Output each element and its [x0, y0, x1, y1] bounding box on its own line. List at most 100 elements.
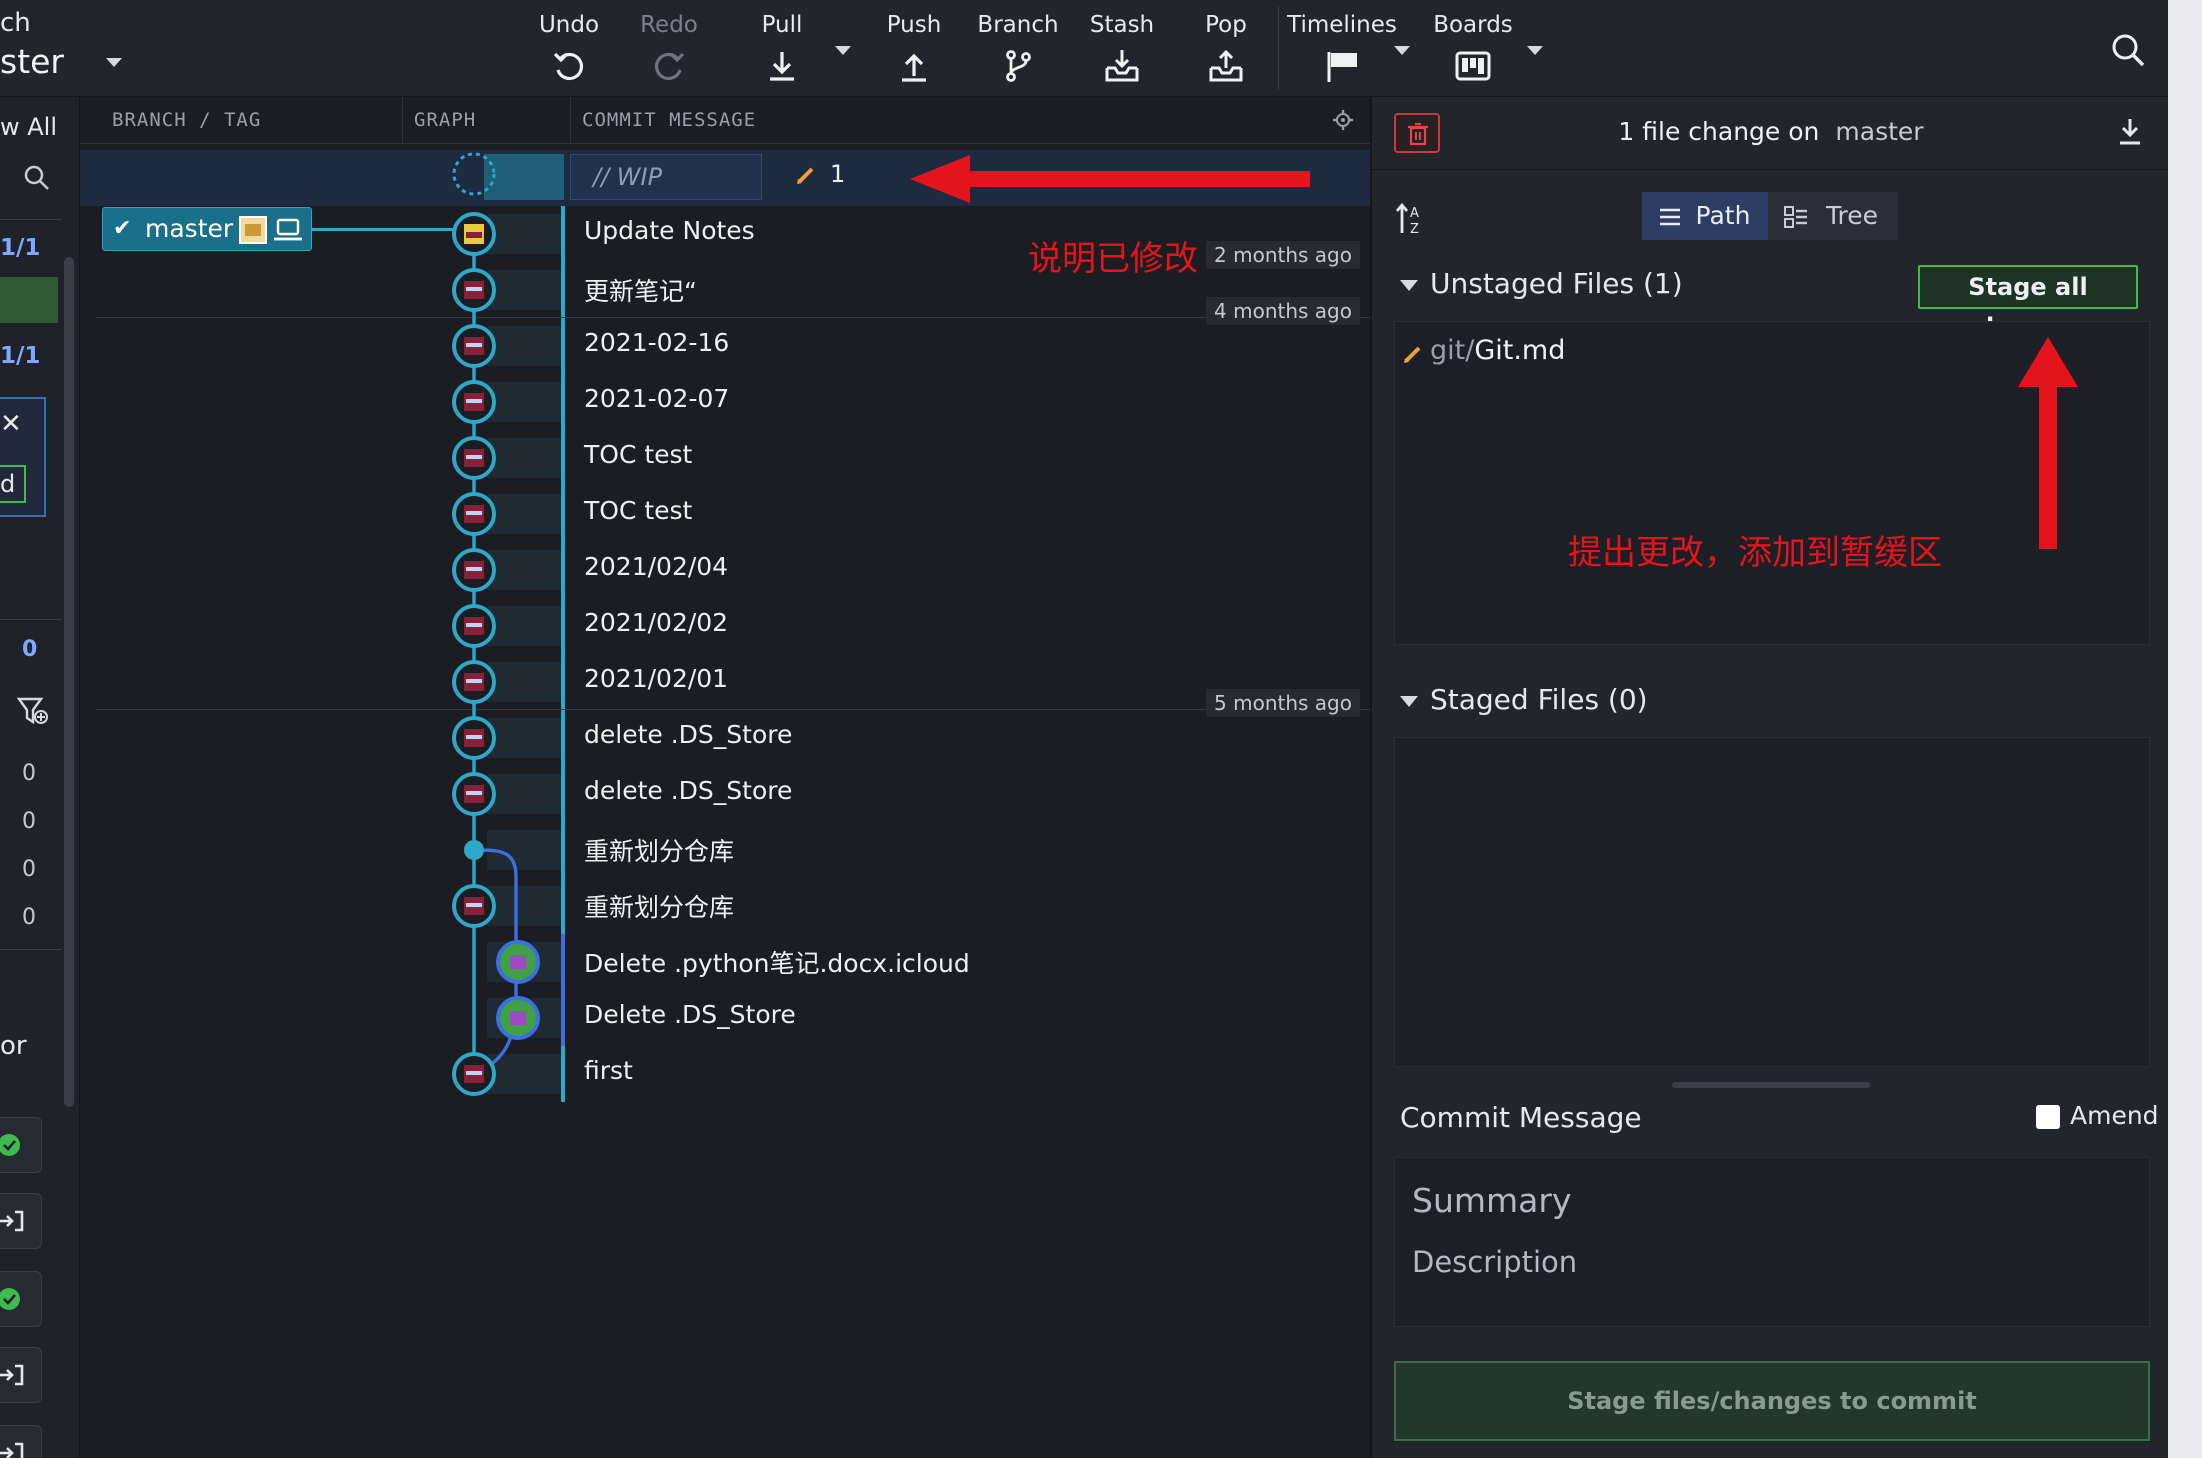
remote-branch-count: 1/1 [0, 343, 41, 369]
current-branch-highlight[interactable] [0, 277, 58, 323]
commit-message: 更新笔记“ [584, 277, 697, 306]
view-path-toggle[interactable]: Path [1642, 192, 1768, 240]
timelines-caret-icon[interactable] [1394, 46, 1410, 55]
unstaged-files-header[interactable]: Unstaged Files (1) [1400, 267, 1683, 300]
sidebar-divider [0, 949, 62, 950]
stage-all-changes-button[interactable]: Stage all changes [1918, 265, 2138, 341]
push-button[interactable]: Push [859, 8, 969, 90]
remote-add-button[interactable]: d [0, 465, 26, 503]
sidebar-check-button[interactable] [0, 1117, 42, 1173]
pop-label: Pop [1205, 12, 1247, 38]
check-circle-icon [0, 1134, 20, 1156]
branch-dropdown-caret-icon[interactable] [106, 58, 122, 67]
check-circle-icon [0, 1288, 20, 1310]
pop-icon [1209, 49, 1243, 82]
sidebar-signin-button[interactable] [0, 1193, 42, 1249]
commit-message: 2021/02/04 [584, 552, 729, 581]
undo-label: Undo [538, 12, 600, 38]
boards-caret-icon[interactable] [1527, 46, 1543, 55]
stash-icon [1105, 50, 1139, 82]
boards-label: Boards [1433, 12, 1513, 38]
repo-name-partial[interactable]: ch [0, 8, 31, 38]
column-settings-gear-icon[interactable] [1332, 109, 1354, 131]
sidebar-section-label: or [0, 1031, 27, 1061]
left-sidebar: w All 1/1 1/1 ✕ d 0 0 0 0 0 or [0, 97, 80, 1458]
commit-panel: 1 file change on master A Z Path Tree Un… [1370, 97, 2168, 1458]
view-path-label: Path [1695, 201, 1751, 230]
undo-button[interactable]: Undo [514, 8, 624, 90]
wip-summary-input[interactable]: // WIP [570, 154, 762, 200]
stash-label: Stash [1089, 12, 1155, 38]
close-icon[interactable]: ✕ [0, 409, 22, 439]
time-label: 2 months ago [1206, 241, 1360, 269]
pencil-icon [797, 167, 814, 184]
commit-graph-svg [452, 152, 540, 1096]
sidebar-scrollbar[interactable] [64, 257, 74, 1107]
staged-files-header[interactable]: Staged Files (0) [1400, 683, 1648, 716]
annotation-arrow-up-icon [2018, 337, 2078, 549]
toolbar-separator [1278, 6, 1279, 90]
timelines-label: Timelines [1287, 12, 1397, 38]
stash-button[interactable]: Stash [1067, 8, 1177, 90]
list-icon [1660, 208, 1680, 226]
sign-in-icon [0, 1364, 24, 1386]
commit-message: 重新划分仓库 [584, 837, 735, 866]
redo-icon [654, 52, 685, 81]
commit-button[interactable]: Stage files/changes to commit [1394, 1361, 2150, 1441]
toolbar: ch ster Undo Redo Pull Push Branch Stash… [0, 0, 2168, 97]
commit-message: delete .DS_Store [584, 720, 793, 749]
summary-input[interactable]: Summary [1412, 1181, 1571, 1220]
commit-message: 重新划分仓库 [584, 893, 735, 922]
gitactions-count: 0 [22, 905, 36, 930]
svg-text:A: A [1410, 206, 1419, 221]
pull-button[interactable]: Pull [727, 8, 837, 90]
timelines-button[interactable]: Timelines [1287, 8, 1397, 90]
search-icon[interactable] [2108, 30, 2148, 70]
commit-message-label: Commit Message [1400, 1101, 1642, 1134]
commit-message: Update Notes [584, 216, 755, 245]
local-branch-count: 1/1 [0, 235, 41, 261]
commit-avatar-nodes [452, 212, 496, 256]
branch-label: Branch [977, 12, 1059, 38]
commit-message: Delete .python笔记.docx.icloud [584, 949, 970, 978]
commit-graph-panel: BRANCH / TAG GRAPH COMMIT MESSAGE // WIP… [80, 97, 1370, 1458]
filter-add-icon[interactable] [16, 695, 50, 729]
branch-button[interactable]: Branch [963, 8, 1073, 90]
sidebar-signin-button[interactable] [0, 1425, 42, 1458]
description-input[interactable]: Description [1412, 1245, 1577, 1279]
panel-divider [1372, 169, 2168, 170]
staged-files-title: Staged Files (0) [1430, 683, 1648, 716]
tree-icon [1784, 206, 1807, 228]
collapse-caret-icon [1400, 695, 1418, 707]
amend-checkbox-box[interactable] [2036, 1105, 2060, 1129]
wip-file-count: 1 [830, 160, 846, 188]
boards-button[interactable]: Boards [1418, 8, 1528, 90]
pop-button[interactable]: Pop [1171, 8, 1281, 90]
view-tree-toggle[interactable]: Tree [1768, 192, 1898, 240]
annotation-stage-hint: 提出更改，添加到暂缓区 [1568, 533, 1942, 573]
push-icon [902, 53, 926, 82]
view-all-link[interactable]: w All [0, 113, 57, 141]
sidebar-signin-button[interactable] [0, 1347, 42, 1403]
unstaged-file-item[interactable]: git/Git.md [1430, 335, 1565, 366]
time-label: 5 months ago [1206, 689, 1360, 717]
commit-message: 2021/02/02 [584, 608, 729, 637]
pull-request-count: 0 [22, 637, 38, 662]
annotation-arrow-left-icon [910, 155, 1310, 203]
pull-options-caret-icon[interactable] [835, 46, 851, 55]
staged-files-list [1394, 737, 2150, 1067]
file-directory: git/ [1430, 335, 1475, 366]
filter-search-icon[interactable] [22, 163, 52, 193]
redo-button[interactable]: Redo [614, 8, 724, 90]
sidebar-check-button[interactable] [0, 1271, 42, 1327]
download-icon[interactable] [2116, 117, 2144, 147]
file-name: Git.md [1474, 335, 1566, 366]
sort-az-icon[interactable]: A Z [1394, 201, 1426, 237]
column-header-commit-message[interactable]: COMMIT MESSAGE [582, 97, 756, 143]
current-branch-partial[interactable]: ster [0, 42, 64, 81]
collapse-caret-icon [1400, 279, 1418, 291]
submodules-count: 0 [22, 857, 36, 882]
panel-resize-handle[interactable] [1672, 1082, 1870, 1088]
amend-checkbox[interactable]: Amend [2036, 1101, 2159, 1130]
modified-pencil-icon [1404, 346, 1421, 363]
